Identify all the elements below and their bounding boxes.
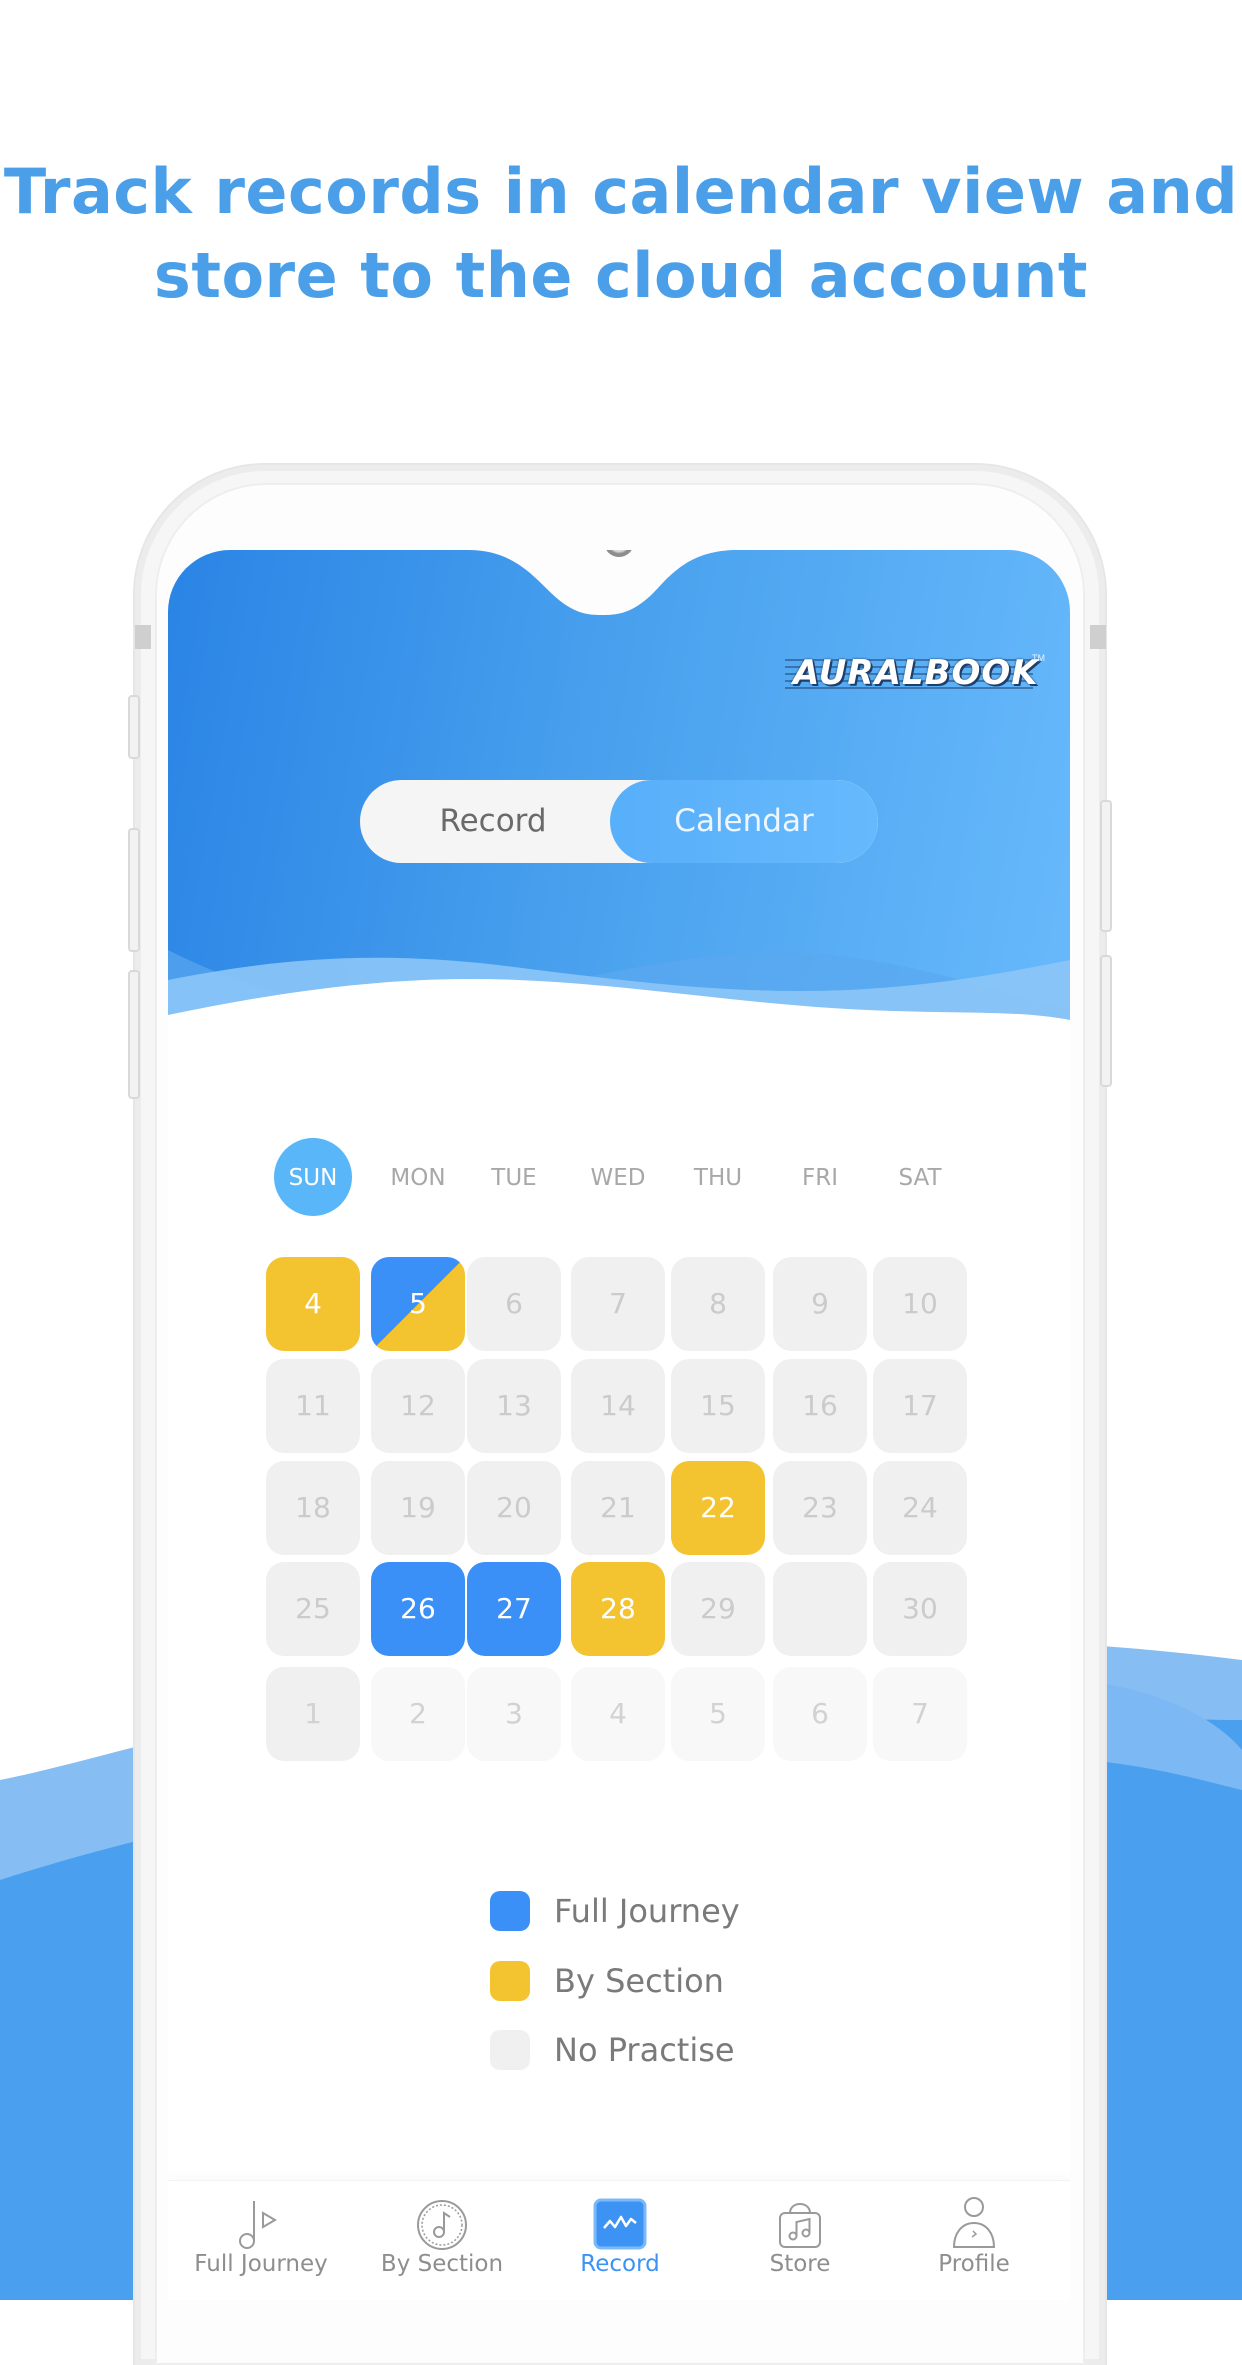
calendar-day-cell[interactable]: 6: [467, 1257, 561, 1351]
calendar-day-cell[interactable]: 4: [266, 1257, 360, 1351]
calendar-day-cell[interactable]: 22: [671, 1461, 765, 1555]
legend-label: No Practise: [554, 2031, 735, 2069]
calendar-day-cell[interactable]: 15: [671, 1359, 765, 1453]
header-wave: [168, 950, 1070, 1030]
calendar-day-cell[interactable]: 26: [371, 1562, 465, 1656]
calendar-day-cell[interactable]: 13: [467, 1359, 561, 1453]
calendar-day-cell[interactable]: 20: [467, 1461, 561, 1555]
phone-power-button-2: [1100, 955, 1112, 1087]
calendar-day-cell[interactable]: 28: [571, 1562, 665, 1656]
app-screen: AURALBOOK TM Record Calendar SUN MON TUE WE…: [168, 550, 1070, 2300]
calendar-day-cell[interactable]: 16: [773, 1359, 867, 1453]
calendar-day-cell[interactable]: 8: [671, 1257, 765, 1351]
note-play-icon: [239, 2201, 277, 2249]
nav-item-profile[interactable]: Profile: [889, 2181, 1059, 2300]
phone-volume-up-button: [128, 828, 140, 952]
nav-label: Record: [580, 2251, 660, 2277]
calendar-day-cell[interactable]: 25: [266, 1562, 360, 1656]
legend-swatch: [490, 1961, 530, 2001]
weekday-mon: MON: [390, 1165, 446, 1191]
calendar-day-cell[interactable]: 4: [571, 1667, 665, 1761]
weekday-wed: WED: [590, 1165, 646, 1191]
headline-line-1: Track records in calendar view and: [3, 155, 1239, 228]
calendar-day-cell[interactable]: 1: [266, 1667, 360, 1761]
nav-item-by-section[interactable]: By Section: [357, 2181, 527, 2300]
calendar-day-cell[interactable]: 5: [371, 1257, 465, 1351]
calendar-day-cell[interactable]: 6: [773, 1667, 867, 1761]
logo-text: AURALBOOK: [793, 653, 1039, 693]
calendar-day-cell[interactable]: 3: [467, 1667, 561, 1761]
weekday-thu: THU: [693, 1165, 743, 1191]
phone-side-marker-right: [1090, 625, 1106, 649]
calendar-day-cell[interactable]: 14: [571, 1359, 665, 1453]
calendar-day-cell[interactable]: 29: [671, 1562, 765, 1656]
nav-item-store[interactable]: Store: [715, 2181, 885, 2300]
auralbook-logo: AURALBOOK TM: [785, 653, 1045, 697]
toggle-calendar-button[interactable]: Calendar: [610, 780, 878, 863]
app-header: AURALBOOK TM Record Calendar: [168, 550, 1070, 1030]
weekday-fri: FRI: [802, 1165, 838, 1191]
calendar-day-cell[interactable]: 19: [371, 1461, 465, 1555]
nav-item-record[interactable]: Record: [535, 2181, 705, 2300]
nav-label: Store: [769, 2251, 831, 2277]
nav-item-full-journey[interactable]: Full Journey: [176, 2181, 346, 2300]
calendar-day-cell[interactable]: 17: [873, 1359, 967, 1453]
calendar-day-cell[interactable]: 9: [773, 1257, 867, 1351]
calendar-day-cell[interactable]: 24: [873, 1461, 967, 1555]
toggle-record-button[interactable]: Record: [360, 780, 626, 863]
music-bag-icon: [779, 2203, 821, 2248]
calendar-day-cell[interactable]: [773, 1562, 867, 1656]
legend-swatch: [490, 1891, 530, 1931]
legend-label: By Section: [554, 1962, 724, 2000]
waveform-chart-icon: [593, 2198, 647, 2250]
calendar-day-cell[interactable]: 7: [571, 1257, 665, 1351]
calendar-day-cell[interactable]: 10: [873, 1257, 967, 1351]
calendar-day-cell[interactable]: 12: [371, 1359, 465, 1453]
calendar-day-cell[interactable]: 21: [571, 1461, 665, 1555]
legend-label: Full Journey: [554, 1892, 740, 1930]
calendar-day-cell[interactable]: 18: [266, 1461, 360, 1555]
person-icon: [952, 2197, 996, 2248]
legend-swatch: [490, 2030, 530, 2070]
calendar-day-cell[interactable]: 7: [873, 1667, 967, 1761]
nav-label: Profile: [938, 2251, 1010, 2277]
weekday-tue: TUE: [491, 1165, 537, 1191]
calendar-day-cell[interactable]: 30: [873, 1562, 967, 1656]
weekday-sun: SUN: [274, 1138, 352, 1216]
weekday-sat: SAT: [898, 1165, 942, 1191]
camera-notch: [468, 550, 738, 615]
calendar-day-cell[interactable]: 23: [773, 1461, 867, 1555]
headline-line-2: store to the cloud account: [153, 239, 1089, 312]
phone-side-marker-left: [135, 625, 151, 649]
note-disc-icon: [417, 2200, 467, 2250]
logo-trademark: TM: [1032, 653, 1045, 663]
headline: Track records in calendar view and store…: [0, 150, 1242, 318]
phone-volume-down-button: [128, 970, 140, 1099]
calendar-day-cell[interactable]: 5: [671, 1667, 765, 1761]
calendar-day-cell[interactable]: 27: [467, 1562, 561, 1656]
bottom-nav: Full Journey By Section Record Store Pro…: [168, 2180, 1070, 2300]
view-toggle: Record Calendar: [360, 780, 878, 863]
phone-side-button: [128, 695, 140, 759]
calendar-day-cell[interactable]: 11: [266, 1359, 360, 1453]
nav-label: Full Journey: [194, 2251, 328, 2277]
calendar-day-cell[interactable]: 2: [371, 1667, 465, 1761]
phone-power-button: [1100, 800, 1112, 932]
nav-label: By Section: [380, 2251, 504, 2277]
